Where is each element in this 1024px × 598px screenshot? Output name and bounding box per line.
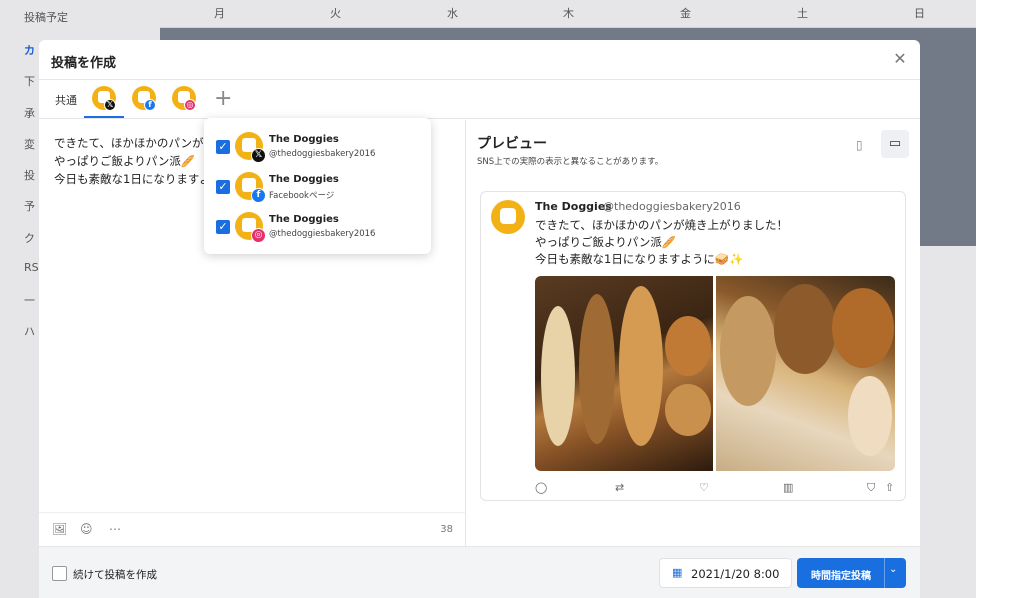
tab-account-facebook[interactable]: f (132, 86, 160, 114)
bread-photo-2 (716, 276, 895, 471)
avatar (491, 200, 525, 234)
schedule-datetime-button[interactable]: ▦ 2021/1/20 8:00 (659, 558, 792, 588)
share-icon[interactable]: ⇧ (885, 481, 894, 494)
stats-icon[interactable]: ▥ (783, 481, 793, 494)
continue-label[interactable]: 続けて投稿を作成 (73, 567, 157, 582)
calendar-day: 火 (330, 7, 341, 20)
account-handle: @thedoggiesbakery2016 (269, 149, 376, 159)
account-checkbox[interactable]: ✓ (216, 140, 230, 154)
modal-footer: 続けて投稿を作成 ▦ 2021/1/20 8:00 時間指定投稿 ⌄ (39, 546, 920, 598)
page-margin (976, 0, 1024, 598)
instagram-logo-icon: ◎ (251, 228, 266, 243)
tab-account-x[interactable]: 𝕏 (92, 86, 120, 114)
desktop-icon[interactable]: ▭ (881, 130, 909, 158)
facebook-logo-icon: f (251, 188, 266, 203)
tab-common[interactable]: 共通 (55, 92, 77, 108)
preview-subtitle: SNS上での実際の表示と異なることがあります。 (477, 157, 664, 167)
x-logo-icon: 𝕏 (251, 148, 266, 163)
avatar: ◎ (235, 212, 267, 244)
card-account-handle: @thedoggiesbakery2016 (603, 200, 741, 213)
account-dropdown: ✓ 𝕏 The Doggies @thedoggiesbakery2016 ✓ … (204, 118, 431, 254)
account-checkbox[interactable]: ✓ (216, 220, 230, 234)
continue-checkbox[interactable] (52, 566, 67, 581)
editor-toolbar: 🖼 ☺ ⋯ 38 (39, 512, 466, 546)
plus-icon[interactable]: + (214, 88, 232, 110)
sidebar-item[interactable]: 承 (24, 105, 35, 121)
dropdown-account-x[interactable]: ✓ 𝕏 The Doggies @thedoggiesbakery2016 (204, 122, 431, 164)
like-icon[interactable]: ♡ (699, 481, 709, 494)
account-checkbox[interactable]: ✓ (216, 180, 230, 194)
account-name: The Doggies (269, 214, 339, 225)
sidebar-item[interactable]: 変 (24, 136, 35, 152)
card-account-name: The Doggies (535, 200, 612, 213)
sidebar-item[interactable]: RS (24, 261, 39, 274)
bread-photo-1 (535, 276, 713, 471)
calendar-day: 日 (914, 7, 925, 20)
sidebar-item[interactable]: 下 (24, 73, 35, 89)
chevron-down-icon[interactable]: ⌄ (889, 564, 897, 575)
avatar: f (235, 172, 267, 204)
x-logo-icon: 𝕏 (104, 99, 116, 111)
account-tabs: 共通 𝕏 f ◎ + (39, 80, 920, 119)
avatar: 𝕏 (235, 132, 267, 164)
char-count: 38 (440, 524, 453, 535)
create-post-modal: 投稿を作成 ✕ 共通 𝕏 f ◎ + できたて、ほかほかのパンが やっぱりご飯よ… (39, 40, 920, 598)
dropdown-account-instagram[interactable]: ✓ ◎ The Doggies @thedoggiesbakery2016 (204, 202, 431, 244)
card-actions: ◯ ⇄ ♡ ▥ ⛉ ⇧ (535, 481, 895, 497)
sidebar-item[interactable]: カ (24, 42, 35, 58)
sidebar-title: 投稿予定 (24, 11, 68, 24)
schedule-post-button[interactable]: 時間指定投稿 ⌄ (797, 558, 906, 588)
calendar-day: 土 (797, 7, 808, 20)
card-post-text: できたて、ほかほかのパンが焼き上がりました！ やっぱりご飯よりパン派🥖 今日も素… (535, 218, 788, 266)
preview-pane: プレビュー SNS上での実際の表示と異なることがあります。 ▯ ▭ The Do… (466, 120, 920, 546)
tab-account-instagram[interactable]: ◎ (172, 86, 200, 114)
calendar-day: 木 (563, 7, 574, 20)
close-icon[interactable]: ✕ (892, 51, 908, 67)
mobile-icon[interactable]: ▯ (856, 138, 863, 152)
calendar-icon: ▦ (672, 566, 683, 579)
instagram-logo-icon: ◎ (184, 99, 196, 111)
facebook-logo-icon: f (144, 99, 156, 111)
account-name: The Doggies (269, 134, 339, 145)
calendar-day: 金 (680, 7, 691, 20)
sidebar-item[interactable]: 一 (24, 292, 35, 308)
button-divider (884, 558, 885, 588)
schedule-post-label: 時間指定投稿 (811, 571, 871, 582)
preview-title: プレビュー (477, 136, 547, 152)
modal-header: 投稿を作成 ✕ (39, 40, 920, 80)
post-text-input[interactable]: できたて、ほかほかのパンが やっぱりご飯よりパン派🥖 今日も素敵な1日になります… (54, 134, 211, 188)
calendar-day: 水 (447, 7, 458, 20)
card-image-grid (535, 276, 895, 471)
sidebar-item[interactable]: ハ (24, 323, 35, 339)
emoji-icon[interactable]: ☺ (80, 522, 93, 536)
calendar-header: 月 火 水 木 金 土 日 (160, 0, 976, 28)
preview-card: The Doggies @thedoggiesbakery2016 できたて、ほ… (480, 191, 906, 501)
retweet-icon[interactable]: ⇄ (615, 481, 624, 494)
more-icon[interactable]: ⋯ (109, 522, 121, 536)
active-tab-indicator (84, 116, 124, 118)
sidebar-item[interactable]: ク (24, 230, 35, 246)
account-handle: Facebookページ (269, 191, 335, 201)
calendar-body (920, 246, 976, 598)
sidebar-item[interactable]: 予 (24, 198, 35, 214)
sidebar-item[interactable]: 投 (24, 167, 35, 183)
reply-icon[interactable]: ◯ (535, 481, 547, 494)
calendar-day: 月 (214, 7, 225, 20)
dropdown-account-facebook[interactable]: ✓ f The Doggies Facebookページ (204, 162, 431, 204)
schedule-datetime: 2021/1/20 8:00 (691, 567, 780, 581)
bookmark-icon[interactable]: ⛉ (867, 481, 875, 495)
account-handle: @thedoggiesbakery2016 (269, 229, 376, 239)
account-name: The Doggies (269, 174, 339, 185)
modal-title: 投稿を作成 (51, 56, 117, 71)
image-icon[interactable]: 🖼 (52, 522, 67, 536)
